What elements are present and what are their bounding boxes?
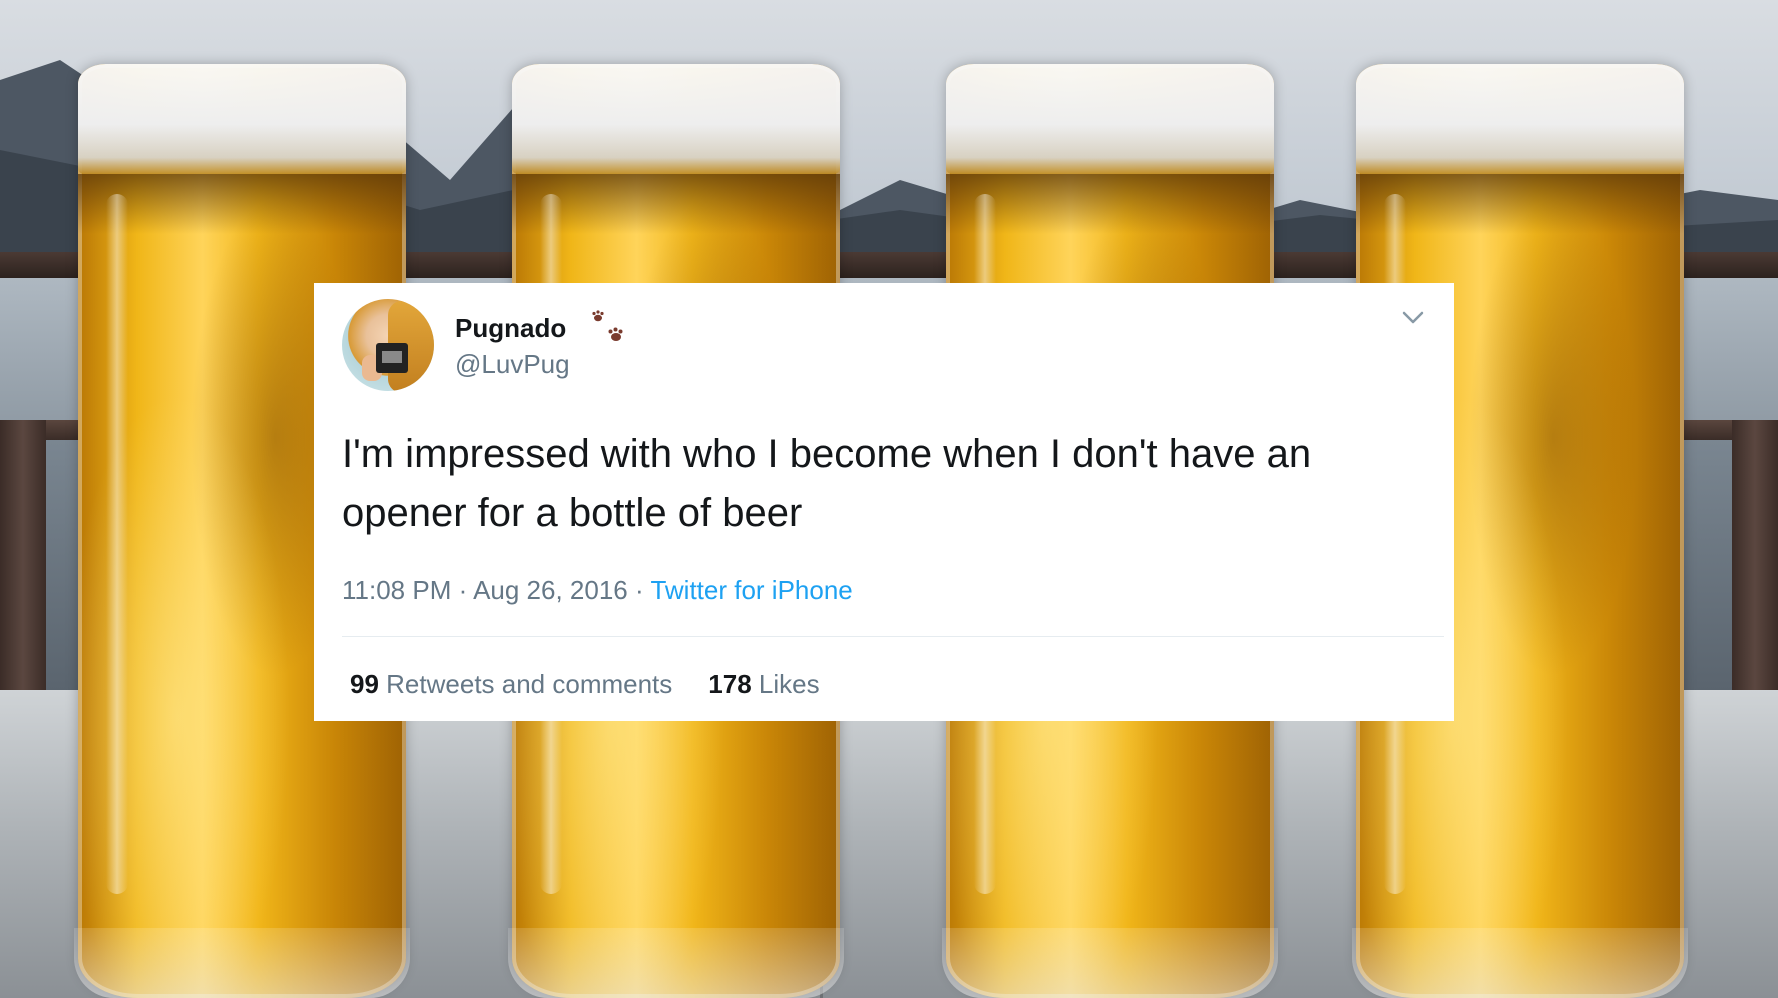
divider bbox=[342, 636, 1444, 637]
likes-stat[interactable]: 178 Likes bbox=[708, 669, 819, 699]
retweets-stat[interactable]: 99 Retweets and comments bbox=[350, 669, 672, 699]
likes-label: Likes bbox=[758, 669, 820, 699]
meta-separator: · bbox=[635, 575, 644, 605]
likes-count: 178 bbox=[708, 669, 752, 699]
chevron-down-icon[interactable] bbox=[1402, 311, 1424, 325]
tweet-time[interactable]: 11:08 PM bbox=[342, 575, 451, 605]
tweet-text: I'm impressed with who I become when I d… bbox=[342, 432, 1312, 535]
tweet-card: Pugnado @LuvPug I'm impressed with who I… bbox=[314, 283, 1454, 721]
tweet-metadata: 11:08 PM · Aug 26, 2016 · Twitter for iP… bbox=[342, 575, 853, 606]
retweets-label: Retweets and comments bbox=[386, 669, 673, 699]
tweet-source-link[interactable]: Twitter for iPhone bbox=[650, 575, 852, 605]
tweet-stats: 99 Retweets and comments 178 Likes bbox=[350, 669, 820, 700]
avatar[interactable] bbox=[342, 299, 434, 391]
retweets-count: 99 bbox=[350, 669, 379, 699]
meta-separator: · bbox=[458, 575, 468, 605]
user-handle[interactable]: @LuvPug bbox=[455, 349, 570, 380]
paw-prints-icon bbox=[592, 310, 623, 341]
railing-post bbox=[1732, 420, 1778, 720]
railing-post bbox=[0, 420, 46, 720]
tweet-date[interactable]: Aug 26, 2016 bbox=[473, 575, 628, 605]
display-name[interactable]: Pugnado bbox=[455, 313, 566, 344]
